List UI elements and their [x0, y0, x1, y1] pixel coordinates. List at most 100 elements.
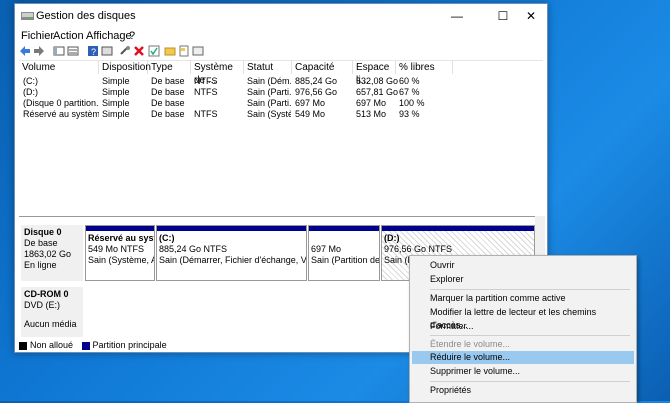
legend-unallocated: Non alloué	[30, 340, 74, 350]
cdrom-label[interactable]: CD-ROM 0 DVD (E:) Aucun média	[21, 287, 83, 337]
column-header-type[interactable]: Type	[148, 61, 191, 74]
column-header-volume[interactable]: Volume	[19, 61, 99, 74]
menu-item-change-drive-letter[interactable]: Modifier la lettre de lecteur et les che…	[412, 306, 634, 330]
free-space-cell: 697 Mo	[356, 98, 387, 108]
capacity-cell: 976,56 Go	[295, 87, 338, 97]
partition-title: (C:)	[159, 233, 175, 243]
menu-item-open[interactable]: Ouvrir	[412, 259, 634, 272]
volume-cell: (C:)	[23, 76, 38, 86]
primary-partition-bar	[382, 226, 534, 231]
menu-item-delete-volume[interactable]: Supprimer le volume...	[412, 365, 634, 378]
document-icon[interactable]	[178, 45, 190, 57]
filesystem-cell: NTFS	[194, 87, 218, 97]
console-tree-icon[interactable]	[53, 45, 65, 57]
partition-title: Réservé au systè	[88, 233, 155, 243]
unallocated-swatch	[19, 341, 27, 350]
partition-reserved[interactable]: Réservé au systè 549 Mo NTFS Sain (Systè…	[85, 225, 155, 281]
close-button[interactable]: ✕	[513, 4, 549, 28]
menu-action[interactable]: Action	[53, 30, 84, 42]
disk0-label[interactable]: Disque 0 De base 1863,02 Go En ligne	[21, 225, 83, 281]
table-row[interactable]: Réservé au système Simple De base NTFS S…	[19, 109, 543, 120]
menu-separator	[430, 335, 630, 336]
menu-bar: Fichier Action Affichage ?	[15, 28, 547, 45]
menu-item-explore[interactable]: Explorer	[412, 273, 634, 286]
menu-item-extend-volume: Étendre le volume...	[430, 339, 511, 349]
help-icon[interactable]: ?	[87, 45, 99, 57]
capacity-cell: 697 Mo	[295, 98, 326, 108]
menu-item-shrink-volume[interactable]: Réduire le volume...	[412, 351, 634, 364]
menu-affichage[interactable]: Affichage	[86, 30, 132, 42]
volume-cell: Réservé au système	[23, 109, 99, 119]
svg-text:?: ?	[91, 47, 96, 57]
connect-icon[interactable]	[119, 45, 131, 57]
table-row[interactable]: (D:) Simple De base NTFS Sain (Parti... …	[19, 87, 543, 98]
column-header-filesystem[interactable]: Système de ...	[191, 61, 244, 86]
type-cell: De base	[151, 109, 185, 119]
capacity-cell: 885,24 Go	[295, 76, 338, 86]
partition-status: Sain (Partition de ré	[311, 255, 380, 265]
context-menu: Ouvrir Explorer Marquer la partition com…	[409, 255, 637, 403]
table-row[interactable]: (Disque 0 partition... Simple De base Sa…	[19, 98, 543, 109]
menu-item-mark-active[interactable]: Marquer la partition comme active	[412, 292, 634, 305]
column-header-percent-free[interactable]: % libres	[396, 61, 453, 74]
properties-icon[interactable]	[101, 45, 113, 57]
disk0-status: En ligne	[24, 260, 57, 270]
capacity-cell: 549 Mo	[295, 109, 326, 119]
column-header-free-space[interactable]: Espace li...	[353, 61, 396, 86]
partition-recovery[interactable]: 697 Mo Sain (Partition de ré	[308, 225, 380, 281]
disk0-name: Disque 0	[24, 227, 62, 237]
window-title: Gestion des disques	[36, 10, 136, 22]
forward-arrow-icon[interactable]	[33, 45, 45, 57]
partition-size: 697 Mo	[311, 244, 342, 254]
menu-separator	[430, 381, 630, 382]
partition-size: 549 Mo NTFS	[88, 244, 145, 254]
type-cell: De base	[151, 98, 185, 108]
status-cell: Sain (Parti...	[247, 87, 291, 97]
free-space-cell: 657,81 Go	[356, 87, 399, 97]
toolbar: ?	[15, 45, 547, 59]
column-header-status[interactable]: Statut	[244, 61, 292, 74]
primary-partition-bar	[157, 226, 306, 231]
folder-icon[interactable]	[164, 45, 176, 57]
percent-free-cell: 60 %	[399, 76, 420, 86]
primary-partition-bar	[309, 226, 379, 231]
view-icon[interactable]	[192, 45, 204, 57]
cdrom-drive: DVD (E:)	[24, 300, 60, 310]
disk0-size: 1863,02 Go	[24, 249, 72, 259]
column-header-capacity[interactable]: Capacité	[292, 61, 353, 74]
list-view-icon[interactable]	[67, 45, 79, 57]
volume-cell: (D:)	[23, 87, 38, 97]
type-cell: De base	[151, 87, 185, 97]
percent-free-cell: 93 %	[399, 109, 420, 119]
cdrom-status: Aucun média	[24, 319, 77, 329]
delete-icon[interactable]	[133, 45, 145, 57]
filesystem-cell: NTFS	[194, 76, 218, 86]
menu-fichier[interactable]: Fichier	[21, 30, 54, 42]
menu-item-format[interactable]: Formater...	[412, 320, 634, 333]
table-row[interactable]: (C:) Simple De base NTFS Sain (Dém... 88…	[19, 76, 543, 87]
back-arrow-icon[interactable]	[19, 45, 31, 57]
cdrom-name: CD-ROM 0	[24, 289, 69, 299]
partition-size: 976,56 Go NTFS	[384, 244, 453, 254]
disk0-type: De base	[24, 238, 58, 248]
status-cell: Sain (Systè...	[247, 109, 291, 119]
free-space-cell: 532,08 Go	[356, 76, 399, 86]
minimize-button[interactable]: —	[439, 4, 475, 28]
legend-primary: Partition principale	[92, 340, 167, 350]
volume-list: Volume Disposition Type Système de ... S…	[19, 60, 543, 215]
filesystem-cell: NTFS	[194, 109, 218, 119]
partition-c[interactable]: (C:) 885,24 Go NTFS Sain (Démarrer, Fich…	[156, 225, 307, 281]
disposition-cell: Simple	[102, 109, 130, 119]
disk-management-icon	[21, 12, 34, 20]
menu-separator	[430, 289, 630, 290]
menu-help[interactable]: ?	[129, 30, 135, 42]
menu-item-properties[interactable]: Propriétés	[412, 384, 634, 397]
check-icon[interactable]	[148, 45, 160, 57]
partition-status: Sain (Système, Act	[88, 255, 154, 265]
free-space-cell: 513 Mo	[356, 109, 387, 119]
disposition-cell: Simple	[102, 76, 130, 86]
primary-partition-bar	[86, 226, 154, 231]
volume-cell: (Disque 0 partition...	[23, 98, 99, 108]
percent-free-cell: 67 %	[399, 87, 420, 97]
column-header-disposition[interactable]: Disposition	[99, 61, 151, 74]
